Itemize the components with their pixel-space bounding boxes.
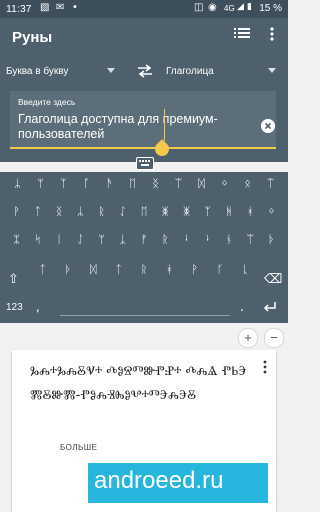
period-key[interactable]: . [240,300,244,314]
status-bar: 11:37 ▧ ✉ • ◫ ◉ 4G ◢ ▮ 15 % [0,0,288,18]
text-cursor [164,109,165,141]
rune-key[interactable]: ᛉ [54,176,74,192]
rune-key[interactable]: ᚱ [92,204,112,220]
backspace-icon[interactable]: ⌫ [264,272,282,287]
zoom-out-button[interactable]: − [264,328,284,348]
gmail-notification-icon: ✉ [56,2,65,13]
rune-key[interactable]: ᛦ [8,176,28,192]
list-icon[interactable] [234,25,250,41]
rune-keyboard: ᛦᛘᛉᚪᚫᛖᛝᛠᛞᛜᛟᛠᚹᛏᛝᛦᚱᛇᛖᛤᛤᛉᚻᚼᛜᛯᛋᛁᛇᛘᛣᚠᚱᛍᛍᚾᛠᚦᛏᚦ… [0,172,288,323]
app-title: Руны [12,29,53,46]
rune-key[interactable]: ᛇ [70,232,90,248]
swap-languages-icon[interactable] [136,63,154,79]
battery-icon: ▮ [247,2,252,12]
rune-key[interactable]: ᚴ [210,262,230,278]
rune-key[interactable]: ᛠ [261,176,281,192]
rune-key[interactable]: ᚦ [261,232,281,248]
text-input[interactable]: Введите здесь Глаголица доступна для пре… [10,91,276,149]
rune-key[interactable]: ᛠ [240,232,260,248]
rune-key[interactable]: ᛠ [169,176,189,192]
zoom-in-button[interactable]: + [238,328,258,348]
rune-key[interactable]: ᛞ [83,262,103,278]
notification-dot-icon: • [72,2,78,13]
numbers-key[interactable]: 123 [6,302,23,313]
photo-notification-icon: ▧ [40,2,50,13]
rune-key[interactable]: ᛍ [198,232,218,248]
rune-key[interactable]: ᛋ [28,232,48,248]
rune-key[interactable]: ᛘ [92,232,112,248]
rune-key[interactable]: ᚱ [155,232,175,248]
battery-percent: 15 % [259,3,282,14]
more-label: БОЛЬШЕ [60,443,98,452]
rune-key[interactable]: ᚹ [7,204,27,220]
rune-key[interactable]: ᛝ [146,176,166,192]
rune-key[interactable]: ᛞ [192,176,212,192]
rune-key[interactable]: ᚼ [159,262,179,278]
watermark-text: androeed.ru [94,467,224,494]
rune-key[interactable]: ᚦ [58,262,78,278]
source-language-select[interactable]: Буква в букву [6,66,68,77]
hotspot-icon: ◉ [208,2,217,13]
shift-icon[interactable]: ⇧ [8,272,19,287]
rune-key[interactable]: ᛣ [113,232,133,248]
signal-icon: ◢ [237,2,244,12]
rune-key[interactable]: ᛉ [198,204,218,220]
card-more-icon[interactable] [262,360,268,374]
rune-key[interactable]: ᛁ [49,232,69,248]
rune-key[interactable]: ᚹ [185,262,205,278]
target-language-select[interactable]: Глаголица [166,66,214,77]
rune-key[interactable]: ᛟ [238,176,258,192]
clear-icon[interactable] [261,119,275,133]
source-dropdown-icon[interactable] [107,68,115,73]
comma-key[interactable]: , [36,300,40,314]
rune-key[interactable]: ᚳ [235,262,255,278]
vibrate-icon: ◫ [194,2,204,13]
rune-key[interactable]: ᛏ [33,262,53,278]
keyboard-toggle-icon[interactable] [136,157,154,170]
input-label: Введите здесь [18,97,76,107]
rune-key[interactable]: ᚾ [219,232,239,248]
rune-key[interactable]: ᛖ [134,204,154,220]
input-value[interactable]: Глаголица доступна для премиум-пользоват… [18,112,250,142]
watermark-logo: androeed.ru [88,463,268,503]
network-type: 4G [224,4,235,13]
rune-key[interactable]: ᚫ [100,176,120,192]
translated-text: ⰃⰎⰰⰃⰎⰋⰜⰰ ⰄⰑⰔⰕⰖⰒⰐⰰ ⰄⰎⰡ ⰒⰓⰅⰏⰋⰖⰏ-ⰒⰑⰎⰠⰈⰑⰂⰰⰕⰅ… [30,364,247,403]
rune-key[interactable]: ᛜ [215,176,235,192]
space-key[interactable] [60,315,230,316]
rune-key[interactable]: ᚱ [134,262,154,278]
rune-key[interactable]: ᛘ [31,176,51,192]
more-vert-icon[interactable] [266,26,278,42]
target-dropdown-icon[interactable] [268,68,276,73]
rune-key[interactable]: ᛜ [261,204,281,220]
rune-key[interactable]: ᛖ [123,176,143,192]
rune-key[interactable]: ᛦ [70,204,90,220]
rune-key[interactable]: ᛝ [49,204,69,220]
rune-key[interactable]: ᛏ [109,262,129,278]
enter-icon[interactable] [262,300,278,314]
rune-key[interactable]: ᛏ [28,204,48,220]
app-bar: Руны [0,18,288,54]
rune-key[interactable]: ᛯ [7,232,27,248]
rune-key[interactable]: ᚼ [240,204,260,220]
rune-key[interactable]: ᚻ [219,204,239,220]
status-time: 11:37 [6,3,32,15]
rune-key[interactable]: ᛍ [177,232,197,248]
rune-key[interactable]: ᛤ [155,204,175,220]
rune-key[interactable]: ᛤ [177,204,197,220]
rune-key[interactable]: ᚪ [77,176,97,192]
rune-key[interactable]: ᚠ [134,232,154,248]
rune-key[interactable]: ᛇ [113,204,133,220]
